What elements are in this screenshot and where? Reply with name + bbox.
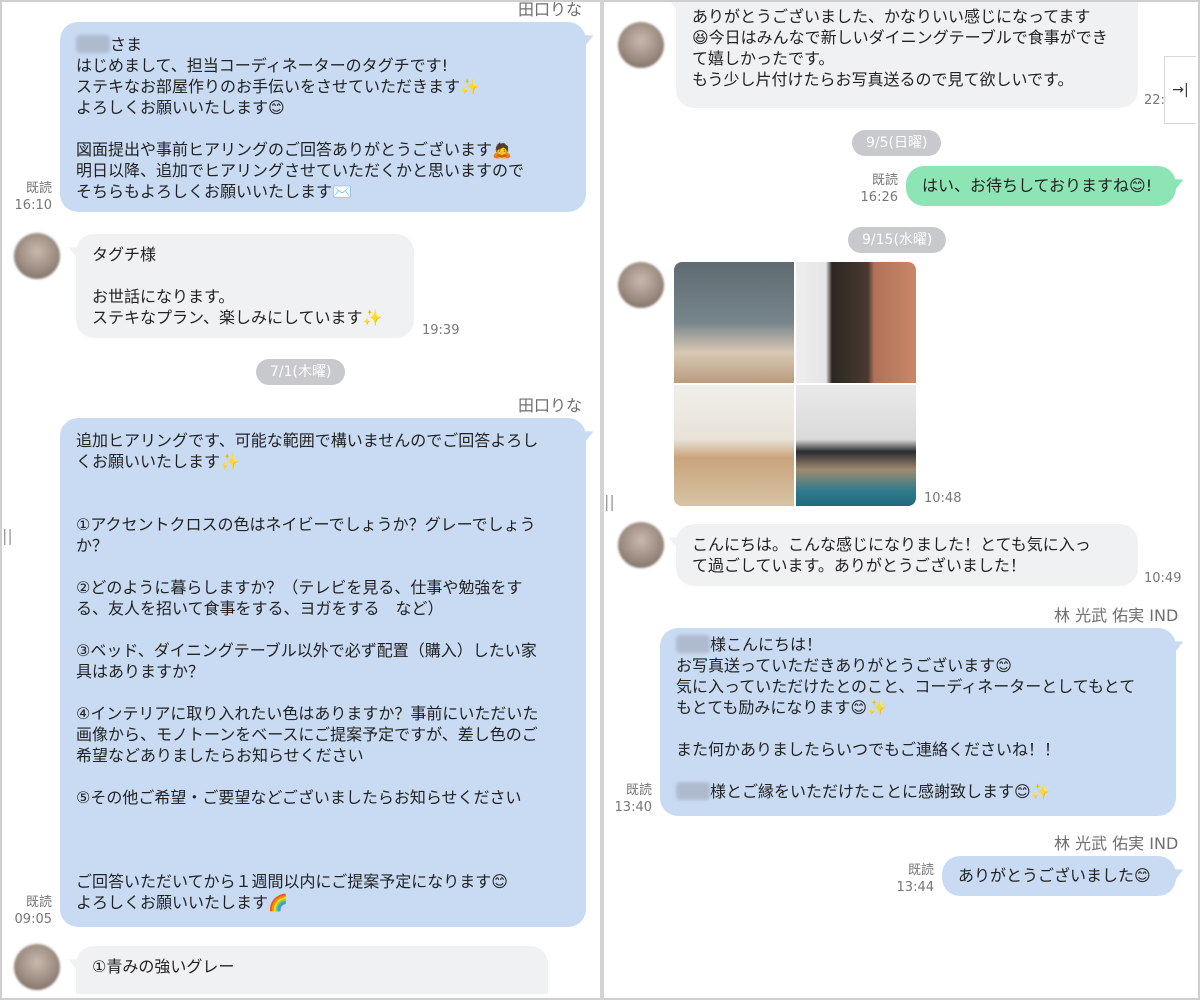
message-bubble-incoming[interactable]: こんにちは。こんな感じになりました！とても気に入っ て過ごしています。ありがとう… [676, 524, 1138, 586]
date-separator: 7/1(木曜) [256, 359, 346, 385]
timestamp: 13:40 [614, 800, 652, 815]
message-bubble-incoming[interactable]: ありがとうございました、かなりいい感じになってます 😆今日はみんなで新しいダイニ… [676, 2, 1138, 108]
resize-handle[interactable]: || [2, 526, 13, 545]
room-photo[interactable] [796, 385, 916, 506]
sender-name: 田口りな [518, 396, 583, 415]
redacted-name [676, 635, 710, 653]
timestamp: 16:10 [14, 198, 52, 213]
read-receipt: 既読 [25, 895, 52, 910]
read-receipt: 既読 [25, 181, 52, 196]
read-receipt: 既読 [871, 173, 898, 188]
contact-avatar[interactable] [14, 233, 60, 279]
right-chat-panel: ありがとうございました、かなりいい感じになってます 😆今日はみんなで新しいダイニ… [604, 2, 1196, 994]
room-photo[interactable] [674, 385, 794, 506]
timestamp: 19:39 [422, 323, 460, 338]
contact-avatar[interactable] [618, 262, 664, 308]
sender-name: 田口りな [518, 2, 583, 19]
left-chat-panel: 田口りな さま はじめまして、担当コーディネーターのタグチです! ステキなお部屋… [2, 2, 598, 994]
timestamp: 09:05 [14, 912, 52, 927]
message-bubble-outgoing[interactable]: 様こんにちは！ お写真送っていただきありがとうございます😊 気に入っていただけた… [660, 628, 1176, 816]
message-meta: 既読 13:44 [894, 862, 934, 896]
read-receipt: 既読 [907, 863, 934, 878]
contact-avatar[interactable] [14, 944, 60, 990]
date-separator: 9/15(水曜) [848, 227, 947, 253]
room-photo[interactable] [674, 262, 794, 383]
timestamp: 22: [1144, 93, 1165, 108]
contact-avatar[interactable] [618, 522, 664, 568]
redacted-name [676, 782, 710, 800]
message-bubble-incoming[interactable]: ①青みの強いグレー [76, 946, 548, 994]
message-bubble-outgoing[interactable]: ありがとうございました😊 [942, 856, 1176, 896]
photo-grid[interactable] [674, 262, 916, 506]
message-bubble-incoming[interactable]: タグチ様 お世話になります。 ステキなプラン、楽しみにしています✨ [76, 234, 414, 338]
date-separator: 9/5(日曜) [852, 130, 942, 156]
sender-name: 林 光武 佑実 IND [1054, 834, 1179, 853]
read-receipt: 既読 [625, 783, 652, 798]
timestamp: 10:48 [924, 491, 962, 506]
timestamp: 10:49 [1144, 571, 1182, 586]
timestamp: 13:44 [896, 880, 934, 895]
resize-handle[interactable]: || [604, 492, 615, 511]
message-meta: 既読 16:10 [12, 180, 52, 214]
message-bubble-outgoing[interactable]: はい、お待ちしておりますね😊! [906, 166, 1176, 206]
message-meta: 既読 09:05 [12, 894, 52, 928]
room-photo[interactable] [796, 262, 916, 383]
collapse-panel-button[interactable]: →| [1164, 56, 1196, 124]
contact-avatar[interactable] [618, 22, 664, 68]
sender-name: 林 光武 佑実 IND [1054, 606, 1179, 625]
message-meta: 既読 16:26 [850, 172, 898, 206]
timestamp: 16:26 [860, 190, 898, 205]
message-bubble-outgoing[interactable]: さま はじめまして、担当コーディネーターのタグチです! ステキなお部屋作りのお手… [60, 22, 586, 212]
message-meta: 既読 13:40 [614, 782, 652, 816]
message-bubble-outgoing[interactable]: 追加ヒアリングです、可能な範囲で構いませんのでご回答よろし くお願いいたします✨… [60, 418, 586, 927]
collapse-icon: →| [1172, 82, 1189, 98]
redacted-name [76, 35, 110, 53]
